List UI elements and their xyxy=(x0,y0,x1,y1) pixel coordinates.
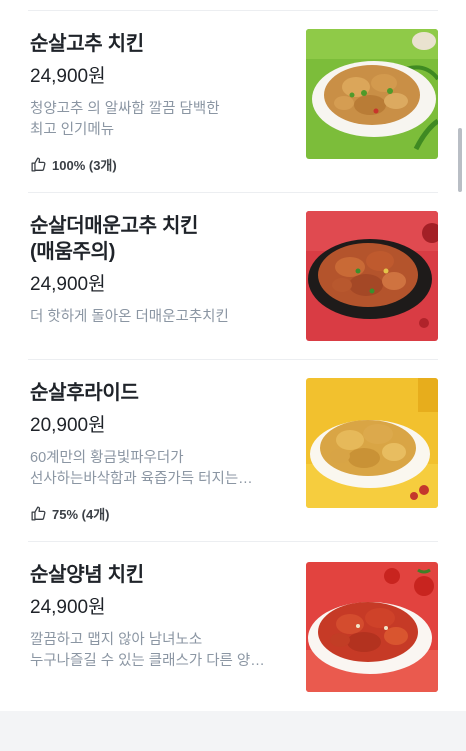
menu-item-description: 깔끔하고 맵지 않아 남녀노소 누구나즐길 수 있는 클래스가 다른 양… xyxy=(30,630,290,672)
chicken-photo-image xyxy=(306,378,438,508)
description-line: 청양고추 의 알싸함 깔끔 담백한 xyxy=(30,101,220,117)
menu-item-name: 순살양념 치킨 xyxy=(30,562,290,588)
chicken-photo-image xyxy=(306,211,438,341)
menu-item-price: 20,900원 xyxy=(30,415,106,436)
description-line: 최고 인기메뉴 xyxy=(30,122,115,138)
menu-item-price: 24,900원 xyxy=(30,274,106,295)
chicken-photo-image xyxy=(306,562,438,692)
menu-item-sunsal-deomaeun-gochu[interactable]: 순살더매운고추 치킨 (매움주의) 24,900원 더 핫하게 돌아온 더매운고… xyxy=(0,193,466,360)
menu-item-text: 순살후라이드 20,900원 60계만의 황금빛파우더가 선사하는바삭함과 육즙… xyxy=(30,380,290,523)
menu-item-name-line: 순살후라이드 xyxy=(30,382,139,404)
menu-item-photo[interactable] xyxy=(306,211,438,341)
menu-item-name-line: 순살더매운고추 치킨 xyxy=(30,215,199,237)
menu-item-photo[interactable] xyxy=(306,378,438,508)
menu-item-sunsal-gochu[interactable]: 순살고추 치킨 24,900원 청양고추 의 알싸함 깔끔 담백한 최고 인기메… xyxy=(0,11,466,193)
menu-item-name: 순살더매운고추 치킨 (매움주의) xyxy=(30,213,290,265)
thumbs-up-icon xyxy=(31,506,46,521)
menu-item-sunsal-fried[interactable]: 순살후라이드 20,900원 60계만의 황금빛파우더가 선사하는바삭함과 육즙… xyxy=(0,360,466,542)
review-text: 100% (3개) xyxy=(52,158,117,173)
review-rating: 100% (3개) xyxy=(30,155,290,174)
description-line: 선사하는바삭함과 육즙가득 터지는… xyxy=(30,471,253,487)
menu-item-photo[interactable] xyxy=(306,29,438,159)
menu-item-text: 순살더매운고추 치킨 (매움주의) 24,900원 더 핫하게 돌아온 더매운고… xyxy=(30,213,290,328)
menu-item-text: 순살양념 치킨 24,900원 깔끔하고 맵지 않아 남녀노소 누구나즐길 수 … xyxy=(30,562,290,672)
menu-item-name-line: 순살양념 치킨 xyxy=(30,564,144,586)
menu-item-description: 더 핫하게 돌아온 더매운고추치킨 xyxy=(30,307,290,328)
menu-item-price: 24,900원 xyxy=(30,66,106,87)
menu-item-photo[interactable] xyxy=(306,562,438,692)
menu-item-text: 순살고추 치킨 24,900원 청양고추 의 알싸함 깔끔 담백한 최고 인기메… xyxy=(30,31,290,174)
description-line: 더 핫하게 돌아온 더매운고추치킨 xyxy=(30,309,229,325)
section-separator xyxy=(0,711,466,751)
description-line: 60계만의 황금빛파우더가 xyxy=(30,450,184,466)
review-text: 75% (4개) xyxy=(52,507,110,522)
description-line: 깔끔하고 맵지 않아 남녀노소 xyxy=(30,632,203,648)
menu-item-description: 60계만의 황금빛파우더가 선사하는바삭함과 육즙가득 터지는… xyxy=(30,448,290,490)
menu-item-description: 청양고추 의 알싸함 깔끔 담백한 최고 인기메뉴 xyxy=(30,99,290,141)
menu-item-sunsal-yangnyeom[interactable]: 순살양념 치킨 24,900원 깔끔하고 맵지 않아 남녀노소 누구나즐길 수 … xyxy=(0,542,466,710)
menu-item-name: 순살후라이드 xyxy=(30,380,290,406)
menu-item-name: 순살고추 치킨 xyxy=(30,31,290,57)
review-rating: 75% (4개) xyxy=(30,504,290,523)
menu-item-name-line: (매움주의) xyxy=(30,241,116,263)
menu-item-name-line: 순살고추 치킨 xyxy=(30,33,144,55)
scrollbar[interactable] xyxy=(458,128,462,192)
menu-item-price: 24,900원 xyxy=(30,597,106,618)
chicken-photo-image xyxy=(306,29,438,159)
thumbs-up-icon xyxy=(31,157,46,172)
description-line: 누구나즐길 수 있는 클래스가 다른 양… xyxy=(30,653,265,669)
